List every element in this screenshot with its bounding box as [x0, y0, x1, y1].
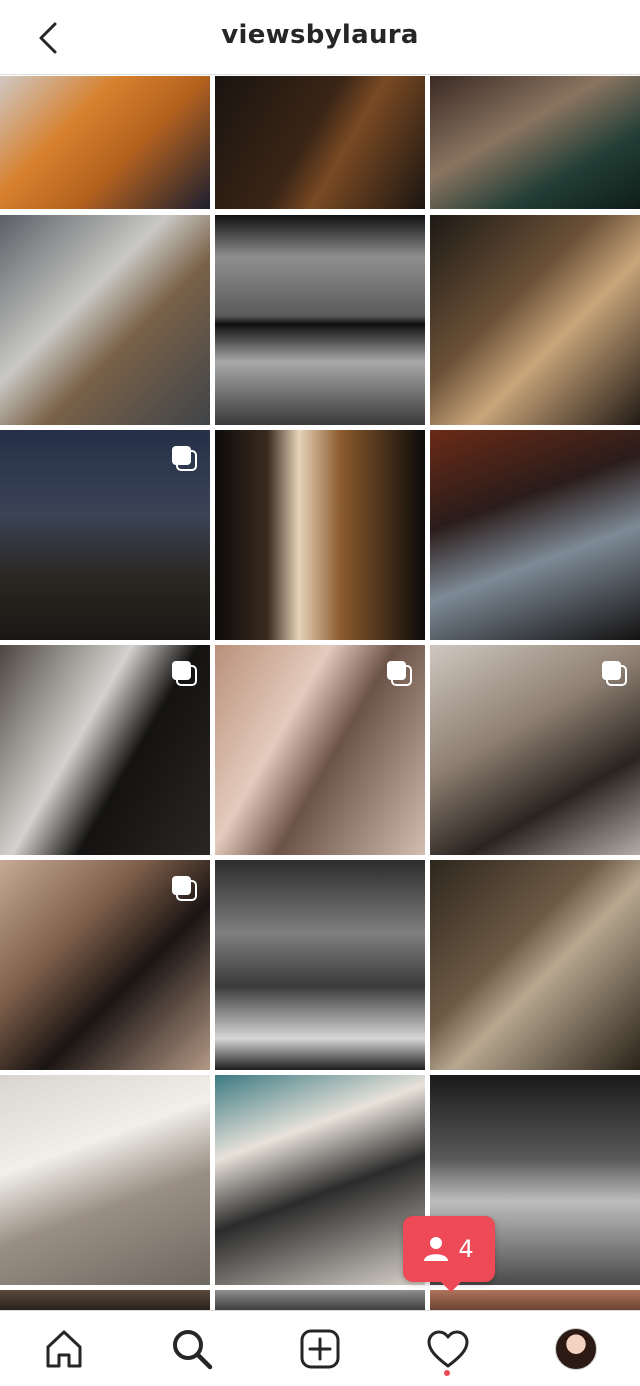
- multiple-photos-icon: [387, 661, 412, 686]
- multiple-photos-icon: [172, 876, 197, 901]
- post-window-chair[interactable]: [430, 860, 640, 1070]
- multiple-photos-icon: [172, 661, 197, 686]
- plus-square-icon: [300, 1329, 340, 1369]
- post-bw-water[interactable]: [215, 860, 425, 1070]
- profile-avatar: [555, 1328, 597, 1370]
- profile-username-title: viewsbylaura: [221, 20, 419, 50]
- post-sunglasses-blazer[interactable]: [0, 860, 210, 1070]
- post-patterned-sofa[interactable]: [215, 1075, 425, 1285]
- multiple-photos-icon: [172, 446, 197, 471]
- nav-search[interactable]: [168, 1325, 216, 1373]
- heart-icon: [427, 1330, 469, 1368]
- post-dark-portrait-hair[interactable]: [215, 76, 425, 209]
- top-bar: viewsbylaura: [0, 0, 640, 75]
- post-seated-shadow[interactable]: [430, 645, 640, 855]
- post-partial-2[interactable]: [215, 1290, 425, 1310]
- activity-count: 4: [458, 1235, 474, 1263]
- post-sofa-white-shirt[interactable]: [0, 1075, 210, 1285]
- bottom-navigation: [0, 1310, 640, 1386]
- nav-activity[interactable]: [424, 1325, 472, 1373]
- nav-profile[interactable]: [552, 1325, 600, 1373]
- post-partial-1[interactable]: [0, 1290, 210, 1310]
- post-sunglasses-closeup[interactable]: [430, 215, 640, 425]
- post-neon-blazer[interactable]: [430, 430, 640, 640]
- post-bw-rooftop-film[interactable]: [215, 215, 425, 425]
- person-icon: [424, 1237, 449, 1261]
- multiple-photos-icon: [602, 661, 627, 686]
- post-night-skyline[interactable]: [0, 430, 210, 640]
- post-perfume-mirror[interactable]: [215, 645, 425, 855]
- nav-home[interactable]: [40, 1325, 88, 1373]
- post-grey-blazer-wall[interactable]: [0, 645, 210, 855]
- post-mirror-lights[interactable]: [215, 430, 425, 640]
- post-partial-3[interactable]: [430, 1290, 640, 1310]
- post-studio-plaid[interactable]: [0, 215, 210, 425]
- search-icon: [173, 1330, 213, 1370]
- post-green-blazer[interactable]: [430, 76, 640, 209]
- post-grid: [0, 76, 640, 1310]
- post-copper-hair[interactable]: [0, 76, 210, 209]
- activity-notification-pill[interactable]: 4: [403, 1216, 495, 1292]
- nav-new-post[interactable]: [296, 1325, 344, 1373]
- home-icon: [46, 1330, 82, 1368]
- activity-notification-dot: [444, 1370, 450, 1376]
